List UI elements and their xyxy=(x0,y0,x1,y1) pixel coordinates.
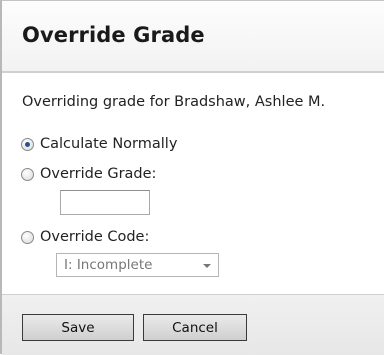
override-code-select[interactable]: I: Incomplete xyxy=(56,253,219,277)
override-grade-dialog: Override Grade Overriding grade for Brad… xyxy=(0,0,384,355)
cancel-button[interactable]: Cancel xyxy=(143,314,247,341)
option-calculate-normally[interactable]: Calculate Normally xyxy=(21,136,177,152)
override-grade-input[interactable] xyxy=(60,190,150,215)
dialog-title: Override Grade xyxy=(22,23,205,47)
option-override-code[interactable]: Override Code: xyxy=(21,229,149,245)
radio-override-code[interactable] xyxy=(21,230,34,244)
chevron-down-icon[interactable] xyxy=(203,264,211,268)
dialog-description: Overriding grade for Bradshaw, Ashlee M. xyxy=(22,94,326,110)
option-label: Override Grade: xyxy=(40,166,157,182)
save-button[interactable]: Save xyxy=(22,314,134,341)
dialog-header: Override Grade xyxy=(2,1,384,73)
radio-override-grade[interactable] xyxy=(21,167,34,181)
radio-calculate-normally[interactable] xyxy=(21,137,34,151)
option-label: Calculate Normally xyxy=(40,136,178,152)
select-value: I: Incomplete xyxy=(64,257,153,273)
option-label: Override Code: xyxy=(40,229,150,245)
option-override-grade[interactable]: Override Grade: xyxy=(21,166,156,182)
